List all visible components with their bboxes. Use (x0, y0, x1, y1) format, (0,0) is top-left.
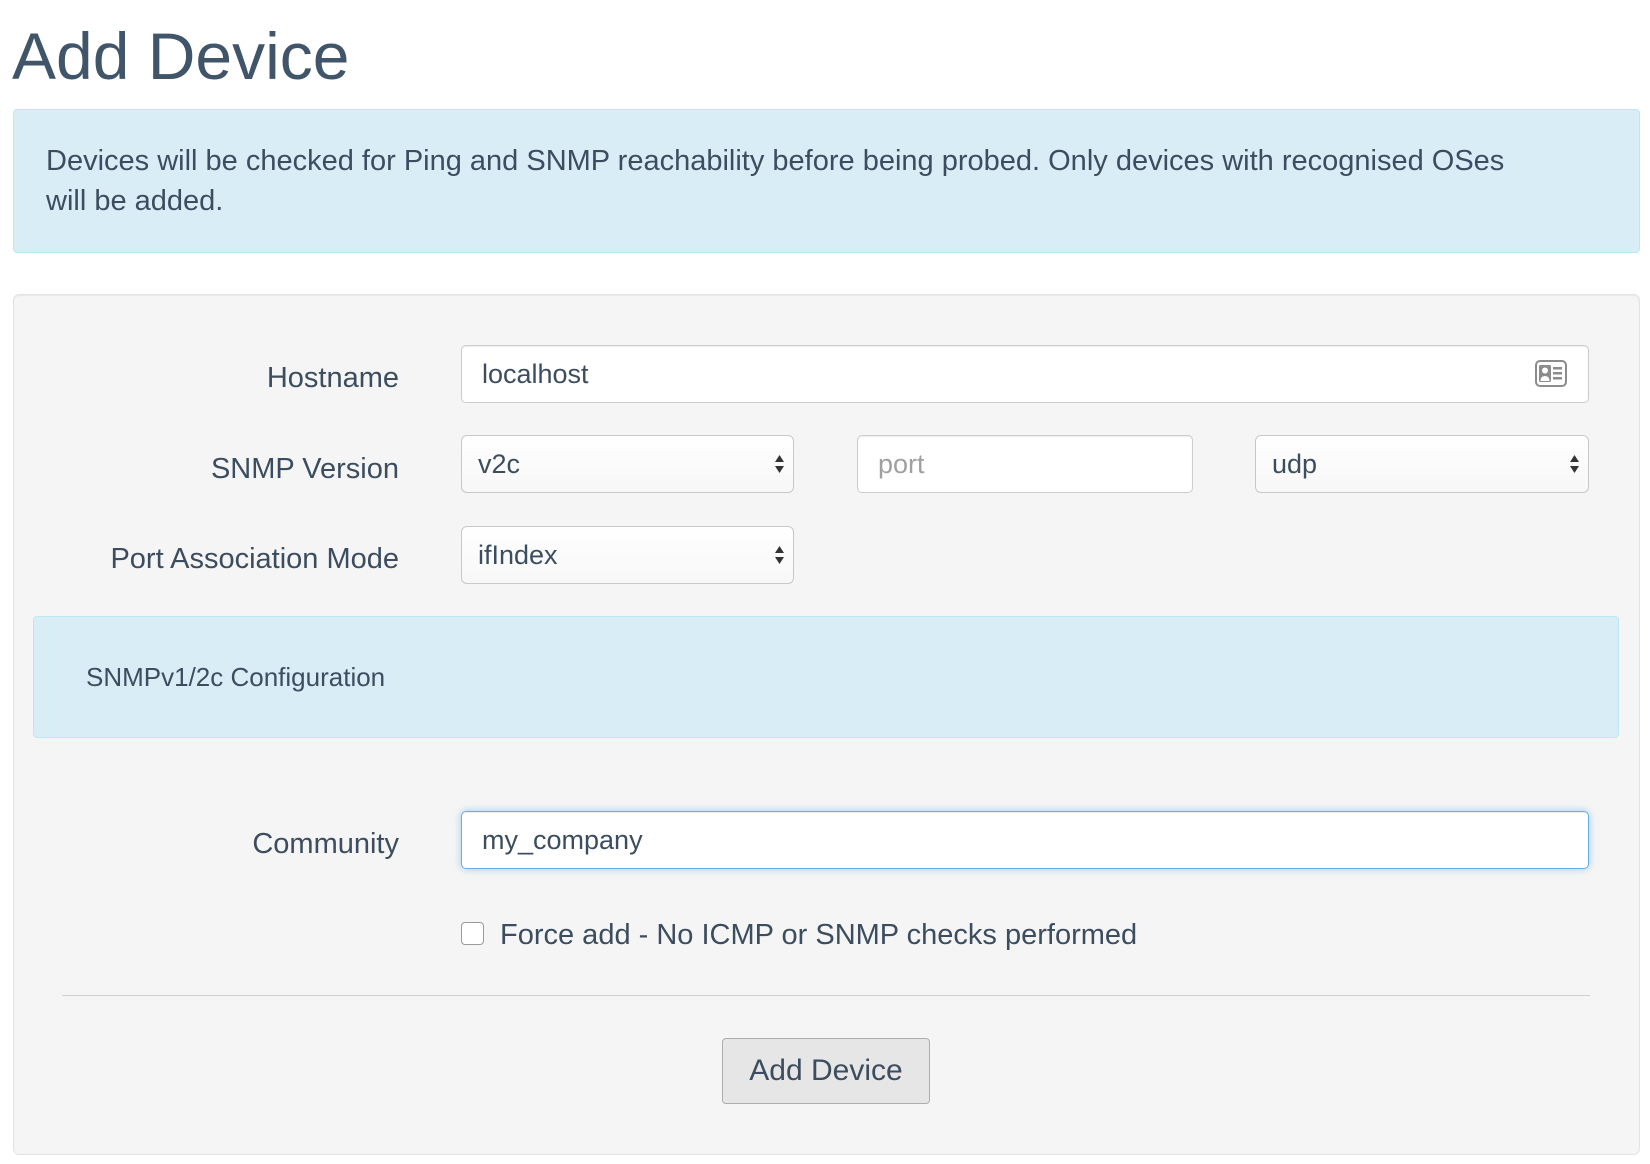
port-association-field: ifIndex (461, 526, 794, 584)
snmp-config-heading: SNMPv1/2c Configuration (86, 662, 386, 692)
hostname-input[interactable] (461, 345, 1589, 403)
page-title: Add Device (12, 19, 350, 93)
port-association-label: Port Association Mode (110, 543, 399, 575)
transport-field: udp (1255, 435, 1589, 493)
community-input[interactable] (461, 811, 1589, 869)
hostname-label: Hostname (266, 362, 399, 394)
port-field (857, 435, 1193, 493)
info-alert: Devices will be checked for Ping and SNM… (13, 109, 1640, 253)
snmp-config-section: SNMPv1/2c Configuration (33, 616, 1619, 738)
add-device-form: Hostname SNMP Version v2c (13, 294, 1640, 1155)
contact-card-icon[interactable] (1535, 360, 1567, 392)
snmp-version-select[interactable]: v2c (461, 435, 794, 493)
force-add-checkbox[interactable] (461, 922, 484, 945)
add-device-button[interactable]: Add Device (722, 1038, 930, 1104)
form-divider (62, 995, 1590, 996)
snmp-version-label: SNMP Version (210, 453, 399, 485)
community-label: Community (252, 828, 399, 860)
hostname-field (461, 345, 1589, 403)
community-field (461, 811, 1589, 869)
snmp-version-field: v2c (461, 435, 794, 493)
port-association-select[interactable]: ifIndex (461, 526, 794, 584)
info-alert-text: Devices will be checked for Ping and SNM… (46, 145, 1505, 217)
transport-select[interactable]: udp (1255, 435, 1589, 493)
force-add-label[interactable]: Force add - No ICMP or SNMP checks perfo… (500, 915, 1137, 955)
port-input[interactable] (857, 435, 1193, 493)
